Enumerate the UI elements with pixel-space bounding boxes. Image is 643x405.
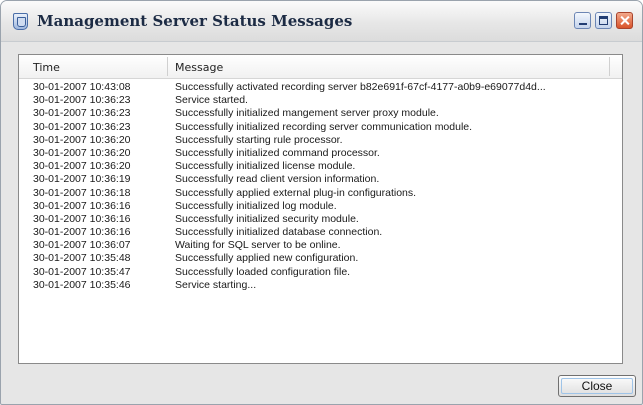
message-time: 30-01-2007 10:36:23: [33, 107, 131, 120]
message-text: Successfully starting rule processor.: [175, 133, 343, 146]
list-item[interactable]: 30-01-2007 10:36:07 Waiting for SQL serve…: [19, 239, 622, 252]
message-time: 30-01-2007 10:36:23: [33, 120, 131, 133]
list-item[interactable]: 30-01-2007 10:35:47 Successfully loaded c…: [19, 266, 622, 279]
message-time: 30-01-2007 10:36:18: [33, 186, 131, 199]
list-header: Time Message: [19, 55, 622, 79]
column-header-message[interactable]: Message: [175, 61, 223, 74]
message-text: Successfully activated recording server …: [175, 81, 546, 93]
message-time: 30-01-2007 10:35:47: [33, 265, 131, 278]
message-time: 30-01-2007 10:36:16: [33, 199, 131, 212]
status-messages-window: Management Server Status Messages Time M…: [0, 0, 643, 405]
list-item[interactable]: 30-01-2007 10:36:20 Successfully initiali…: [19, 160, 622, 173]
column-header-time[interactable]: Time: [33, 61, 60, 74]
message-time: 30-01-2007 10:35:48: [33, 252, 131, 265]
message-time: 30-01-2007 10:35:46: [33, 278, 131, 291]
message-time: 30-01-2007 10:36:16: [33, 212, 131, 225]
minimize-button[interactable]: [574, 12, 591, 29]
message-time: 30-01-2007 10:43:08: [33, 81, 131, 93]
window-title: Management Server Status Messages: [37, 12, 353, 30]
message-text: Successfully read client version informa…: [175, 173, 380, 186]
message-text: Successfully initialized security module…: [175, 212, 359, 225]
message-text: Successfully initialized license module.: [175, 160, 356, 173]
list-item[interactable]: 30-01-2007 10:36:20 Successfully starting…: [19, 134, 622, 147]
column-divider[interactable]: [609, 57, 610, 76]
message-text: Successfully loaded configuration file.: [175, 265, 351, 278]
column-divider[interactable]: [167, 57, 168, 76]
message-text: Waiting for SQL server to be online.: [175, 239, 341, 252]
list-item[interactable]: 30-01-2007 10:36:18 Successfully applied …: [19, 187, 622, 200]
list-item[interactable]: 30-01-2007 10:36:16 Successfully initiali…: [19, 200, 622, 213]
message-text: Successfully initialized database connec…: [175, 226, 383, 239]
message-time: 30-01-2007 10:36:16: [33, 226, 131, 239]
message-text: Successfully applied new configuration.: [175, 252, 359, 265]
message-text: Successfully initialized command process…: [175, 146, 380, 159]
window-close-button[interactable]: [616, 12, 633, 29]
message-time: 30-01-2007 10:36:20: [33, 160, 131, 173]
list-item[interactable]: 30-01-2007 10:36:16 Successfully initiali…: [19, 226, 622, 239]
list-item[interactable]: 30-01-2007 10:35:48 Successfully applied …: [19, 252, 622, 265]
message-text: Successfully initialized recording serve…: [175, 120, 473, 133]
server-shield-icon: [13, 13, 28, 30]
message-time: 30-01-2007 10:36:23: [33, 94, 131, 107]
message-text: Successfully applied external plug-in co…: [175, 186, 417, 199]
title-bar[interactable]: Management Server Status Messages: [1, 1, 642, 42]
message-text: Successfully initialized log module.: [175, 199, 337, 212]
list-item[interactable]: 30-01-2007 10:36:19 Successfully read cli…: [19, 173, 622, 186]
list-item[interactable]: 30-01-2007 10:36:16 Successfully initiali…: [19, 213, 622, 226]
message-text: Successfully initialized mangement serve…: [175, 107, 439, 120]
message-time: 30-01-2007 10:36:20: [33, 146, 131, 159]
list-item[interactable]: 30-01-2007 10:43:08 Successfully activate…: [19, 81, 622, 94]
list-rows: 30-01-2007 10:43:08 Successfully activate…: [19, 81, 622, 292]
list-item[interactable]: 30-01-2007 10:35:46 Service starting...: [19, 279, 622, 292]
message-time: 30-01-2007 10:36:19: [33, 173, 131, 186]
message-time: 30-01-2007 10:36:20: [33, 133, 131, 146]
message-text: Service starting...: [175, 278, 257, 291]
list-item[interactable]: 30-01-2007 10:36:23 Successfully initiali…: [19, 121, 622, 134]
message-text: Service started.: [175, 94, 248, 107]
list-item[interactable]: 30-01-2007 10:36:23 Service started.: [19, 94, 622, 107]
messages-list[interactable]: Time Message 30-01-2007 10:43:08 Successf…: [18, 54, 623, 364]
maximize-button[interactable]: [595, 12, 612, 29]
list-item[interactable]: 30-01-2007 10:36:23 Successfully initiali…: [19, 107, 622, 120]
close-button[interactable]: Close: [558, 375, 636, 397]
list-item[interactable]: 30-01-2007 10:36:20 Successfully initiali…: [19, 147, 622, 160]
message-time: 30-01-2007 10:36:07: [33, 239, 131, 252]
